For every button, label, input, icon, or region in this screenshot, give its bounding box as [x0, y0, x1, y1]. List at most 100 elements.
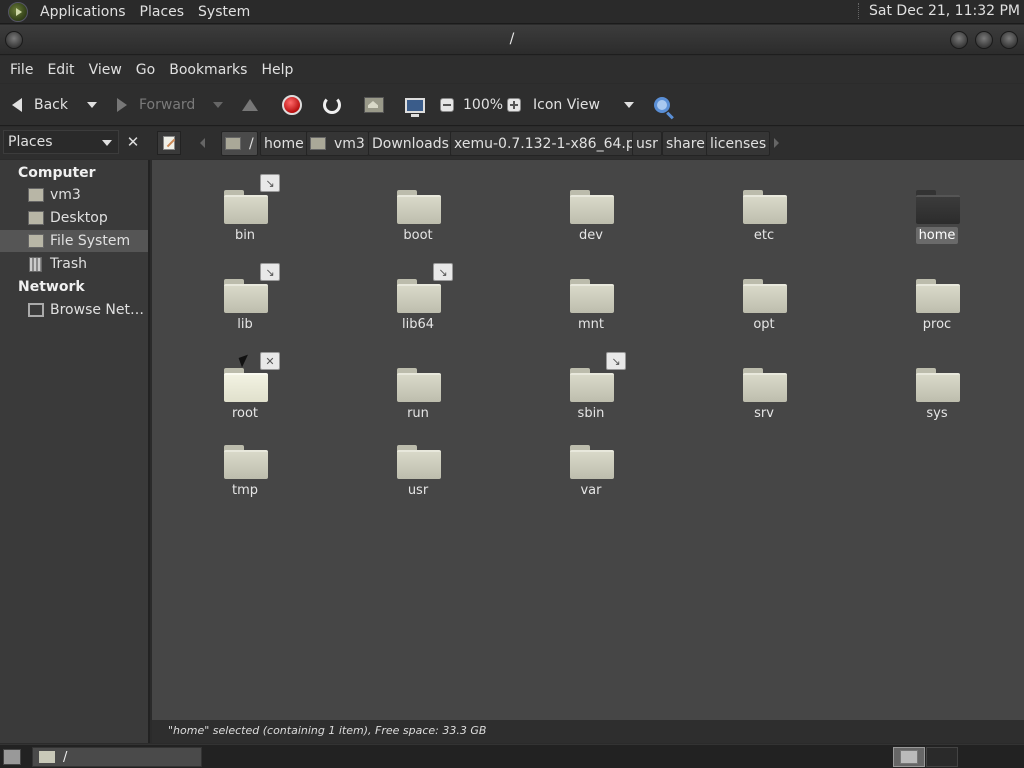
menu-help[interactable]: Help — [254, 62, 300, 78]
reload-button[interactable] — [323, 84, 341, 126]
sidebar-item-desktop[interactable]: Desktop — [0, 207, 148, 229]
icon-view[interactable]: ↘ bin boot dev etc home ↘ lib ↘ lib64 mn… — [152, 160, 1024, 720]
crumb-root[interactable]: / — [221, 131, 258, 156]
sidebar-item-vm3[interactable]: vm3 — [0, 184, 148, 206]
menu-view[interactable]: View — [82, 62, 129, 78]
folder-icon — [743, 190, 787, 224]
show-desktop-icon[interactable] — [3, 749, 21, 765]
crumb-vm3[interactable]: vm3 — [306, 131, 369, 156]
sidebar-item-label: Desktop — [50, 210, 108, 226]
file-item-sys[interactable]: sys — [882, 344, 992, 422]
desktop-folder-icon — [28, 211, 44, 225]
file-item-etc[interactable]: etc — [709, 166, 819, 244]
minimize-button[interactable] — [950, 31, 968, 49]
forward-arrow-icon — [117, 98, 127, 112]
menu-edit[interactable]: Edit — [40, 62, 81, 78]
file-item-srv[interactable]: srv — [709, 344, 819, 422]
taskbar-window-button[interactable]: / — [32, 747, 202, 767]
zoom-out-button[interactable] — [440, 84, 454, 126]
zoom-in-button[interactable] — [507, 84, 521, 126]
crumb-label: xemu-0.7.132-1-x86_64.pkg — [454, 135, 652, 152]
file-item-bin[interactable]: ↘ bin — [190, 166, 300, 244]
folder-icon — [570, 190, 614, 224]
folder-icon — [224, 368, 268, 402]
zoom-level[interactable]: 100% — [463, 84, 503, 126]
menu-go[interactable]: Go — [129, 62, 162, 78]
menu-file[interactable]: File — [3, 62, 40, 78]
chevron-down-icon — [87, 102, 97, 108]
trash-icon — [29, 256, 42, 272]
maximize-button[interactable] — [975, 31, 993, 49]
window-titlebar[interactable]: / — [0, 25, 1024, 55]
sidebar-item-file-system[interactable]: File System — [0, 230, 148, 252]
sidebar-item-trash[interactable]: Trash — [0, 253, 148, 275]
crumb-scroll-right-icon[interactable] — [774, 138, 779, 148]
crumb-home[interactable]: home — [260, 131, 308, 156]
file-item-proc[interactable]: proc — [882, 255, 992, 333]
reload-icon — [323, 96, 341, 114]
places-menu[interactable]: Places — [133, 4, 192, 20]
crumb-label: usr — [636, 135, 658, 152]
crumb-scroll-left-icon[interactable] — [200, 138, 205, 148]
file-item-run[interactable]: run — [363, 344, 473, 422]
forward-label: Forward — [139, 97, 196, 113]
stop-button[interactable] — [282, 84, 302, 126]
file-item-dev[interactable]: dev — [536, 166, 646, 244]
crumb-licenses[interactable]: licenses — [706, 131, 771, 156]
file-name: lib — [237, 317, 253, 332]
back-label: Back — [34, 97, 68, 113]
file-item-mnt[interactable]: mnt — [536, 255, 646, 333]
sidebar-item-label: vm3 — [50, 187, 81, 203]
sidebar-item-browse-network[interactable]: Browse Net… — [0, 299, 148, 321]
toolbar: Back Forward 100% Icon View — [0, 84, 1024, 126]
file-name: usr — [407, 483, 429, 498]
workspace-1[interactable] — [893, 747, 925, 767]
file-item-home[interactable]: home — [882, 166, 992, 244]
forward-history-dropdown[interactable] — [213, 84, 223, 126]
close-window-button[interactable] — [1000, 31, 1018, 49]
file-item-var[interactable]: var — [536, 421, 646, 499]
file-item-tmp[interactable]: tmp — [190, 421, 300, 499]
file-item-usr[interactable]: usr — [363, 421, 473, 499]
file-item-lib[interactable]: ↘ lib — [190, 255, 300, 333]
file-item-lib64[interactable]: ↘ lib64 — [363, 255, 473, 333]
symlink-emblem-icon: ↘ — [606, 352, 626, 370]
menu-bookmarks[interactable]: Bookmarks — [162, 62, 254, 78]
back-history-dropdown[interactable] — [87, 84, 97, 126]
crumb-label: share — [666, 135, 705, 152]
forward-button[interactable]: Forward — [117, 84, 195, 126]
sidebar-pane-select[interactable]: Places — [3, 130, 119, 154]
applications-logo-icon[interactable] — [8, 1, 28, 22]
toggle-location-entry-button[interactable] — [157, 131, 181, 155]
file-item-opt[interactable]: opt — [709, 255, 819, 333]
search-button[interactable] — [654, 84, 670, 126]
folder-icon — [570, 279, 614, 313]
crumb-usr[interactable]: usr — [632, 131, 662, 156]
file-item-boot[interactable]: boot — [363, 166, 473, 244]
back-button[interactable]: Back — [12, 84, 68, 126]
clock[interactable]: Sat Dec 21, 11:32 PM — [858, 3, 1020, 19]
file-item-sbin[interactable]: ↘ sbin — [536, 344, 646, 422]
network-header: Network — [18, 279, 85, 295]
folder-icon — [39, 751, 55, 763]
crumb-share[interactable]: share — [662, 131, 709, 156]
view-mode-dropdown[interactable] — [624, 84, 634, 126]
computer-button[interactable] — [405, 84, 425, 126]
file-name: run — [407, 406, 429, 421]
file-name: dev — [579, 228, 603, 243]
file-name: proc — [922, 317, 952, 332]
crumb-pkg[interactable]: xemu-0.7.132-1-x86_64.pkg — [450, 131, 656, 156]
folder-icon — [224, 190, 268, 224]
home-button[interactable] — [364, 84, 384, 126]
zoom-out-icon — [440, 98, 454, 112]
close-sidebar-button[interactable]: ✕ — [122, 130, 144, 154]
taskbar-window-label: / — [63, 749, 68, 765]
crumb-label: Downloads — [372, 135, 449, 152]
view-mode-select[interactable]: Icon View — [533, 84, 600, 126]
system-menu[interactable]: System — [191, 4, 257, 20]
file-name: tmp — [231, 483, 258, 498]
workspace-2[interactable] — [926, 747, 958, 767]
applications-menu[interactable]: Applications — [33, 4, 133, 20]
crumb-downloads[interactable]: Downloads — [368, 131, 453, 156]
up-button[interactable] — [242, 84, 258, 126]
